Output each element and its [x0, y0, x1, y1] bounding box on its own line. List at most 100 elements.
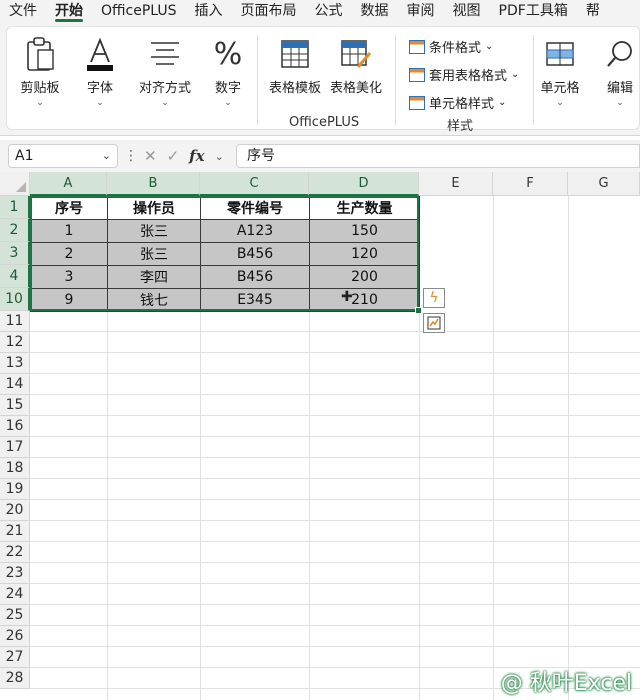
table-cell[interactable]: 120 [309, 242, 420, 266]
row-header[interactable]: 11 [0, 311, 30, 332]
ribbon-panel: 剪贴板 ⌄ 字体 ⌄ 对齐方式 ⌄ % 数字 ⌄ 表格模板 表格美化 Offic… [6, 26, 640, 134]
menu-pdf-tools[interactable]: PDF工具箱 [490, 0, 577, 22]
name-box[interactable]: A1 ⌄ [8, 144, 118, 168]
quick-analysis-button[interactable] [423, 313, 445, 333]
table-cell[interactable]: 200 [309, 265, 420, 289]
header-cell[interactable]: 生产数量 [309, 196, 420, 220]
row-header[interactable]: 3 [0, 242, 30, 265]
font-color-icon [77, 35, 123, 73]
chevron-down-icon: ⌄ [36, 98, 44, 108]
menu-help[interactable]: 帮 [577, 0, 609, 22]
confirm-icon[interactable]: ✓ [167, 147, 180, 165]
table-cell[interactable]: 2 [30, 242, 108, 266]
column-header-c[interactable]: C [200, 172, 309, 196]
row-header[interactable]: 19 [0, 479, 30, 500]
menu-page-layout[interactable]: 页面布局 [232, 0, 306, 22]
chevron-down-icon: ⌄ [485, 41, 494, 52]
column-header-d[interactable]: D [309, 172, 419, 196]
ribbon: 剪贴板 ⌄ 字体 ⌄ 对齐方式 ⌄ % 数字 ⌄ 表格模板 表格美化 Offic… [0, 22, 640, 136]
gridline [30, 436, 640, 437]
chevron-down-icon: ⌄ [498, 97, 507, 108]
menu-insert[interactable]: 插入 [186, 0, 232, 22]
row-header[interactable]: 2 [0, 219, 30, 242]
spreadsheet-grid[interactable]: A B C D E F G 1 2 3 4 10 11 12 13 14 15 … [0, 172, 640, 700]
row-header[interactable]: 24 [0, 584, 30, 605]
column-header-b[interactable]: B [107, 172, 200, 196]
flash-fill-button[interactable]: ϟ [423, 288, 445, 308]
fill-handle[interactable] [415, 307, 422, 314]
table-template-button[interactable]: 表格模板 [265, 35, 325, 96]
chevron-down-icon: ⌄ [96, 98, 104, 108]
number-format-button[interactable]: % 数字 ⌄ [207, 35, 249, 109]
row-header[interactable]: 28 [0, 668, 30, 689]
menu-officeplus[interactable]: OfficePLUS [92, 0, 186, 22]
row-header[interactable]: 20 [0, 500, 30, 521]
menu-bar: 文件 开始 OfficePLUS 插入 页面布局 公式 数据 审阅 视图 PDF… [0, 0, 640, 22]
table-beautify-button[interactable]: 表格美化 [325, 35, 387, 96]
table-cell[interactable]: 9 [30, 288, 108, 312]
alignment-button[interactable]: 对齐方式 ⌄ [135, 35, 195, 108]
table-cell[interactable]: 1 [30, 219, 108, 243]
table-cell[interactable]: 钱七 [107, 288, 201, 312]
table-cell[interactable]: 3 [30, 265, 108, 289]
row-header[interactable]: 25 [0, 605, 30, 626]
editing-button[interactable]: 编辑 ⌄ [597, 35, 640, 108]
cell-styles-button[interactable]: 单元格样式 ⌄ [409, 93, 506, 112]
column-header-a[interactable]: A [30, 172, 107, 196]
cursor-icon: ✚ [341, 289, 353, 305]
gridline [30, 415, 640, 416]
conditional-format-button[interactable]: 条件格式 ⌄ [409, 37, 493, 56]
row-header[interactable]: 13 [0, 353, 30, 374]
row-header[interactable]: 12 [0, 332, 30, 353]
search-icon [597, 35, 640, 73]
header-cell[interactable]: 操作员 [107, 196, 201, 220]
row-header[interactable]: 23 [0, 563, 30, 584]
gridline [30, 331, 640, 332]
table-cell[interactable]: 210 [309, 288, 420, 312]
chevron-down-icon: ⌄ [224, 98, 232, 108]
table-cell[interactable]: A123 [200, 219, 310, 243]
row-header[interactable]: 22 [0, 542, 30, 563]
row-header[interactable]: 21 [0, 521, 30, 542]
menu-home[interactable]: 开始 [46, 0, 92, 22]
gridline [30, 394, 640, 395]
chevron-down-icon[interactable]: ⌄ [215, 150, 224, 163]
table-cell[interactable]: B456 [200, 242, 310, 266]
row-header[interactable]: 1 [0, 196, 30, 219]
insert-function-icon[interactable]: fx [189, 147, 204, 165]
select-all-button[interactable] [0, 172, 30, 196]
row-header[interactable]: 18 [0, 458, 30, 479]
menu-view[interactable]: 视图 [444, 0, 490, 22]
table-cell[interactable]: 李四 [107, 265, 201, 289]
cells-button[interactable]: 单元格 ⌄ [537, 35, 583, 108]
row-header[interactable]: 16 [0, 416, 30, 437]
row-header[interactable]: 4 [0, 265, 30, 288]
header-cell[interactable]: 序号 [30, 196, 108, 220]
column-header-f[interactable]: F [493, 172, 568, 196]
clipboard-button[interactable]: 剪贴板 ⌄ [17, 35, 63, 108]
row-header[interactable]: 15 [0, 395, 30, 416]
table-cell[interactable]: 张三 [107, 219, 201, 243]
table-cell[interactable]: 张三 [107, 242, 201, 266]
row-header[interactable]: 17 [0, 437, 30, 458]
column-header-g[interactable]: G [568, 172, 640, 196]
row-header[interactable]: 14 [0, 374, 30, 395]
row-header[interactable]: 26 [0, 626, 30, 647]
menu-formulas[interactable]: 公式 [306, 0, 352, 22]
formula-input[interactable]: 序号 [236, 144, 640, 168]
cancel-icon[interactable]: ✕ [144, 147, 157, 165]
table-cell[interactable]: 150 [309, 219, 420, 243]
format-as-table-button[interactable]: 套用表格格式 ⌄ [409, 65, 519, 84]
menu-data[interactable]: 数据 [352, 0, 398, 22]
header-cell[interactable]: 零件编号 [200, 196, 310, 220]
percent-icon: % [213, 36, 243, 72]
table-brush-icon [325, 35, 387, 73]
row-header[interactable]: 10 [0, 288, 30, 311]
column-header-e[interactable]: E [419, 172, 493, 196]
row-header[interactable]: 27 [0, 647, 30, 668]
table-cell[interactable]: B456 [200, 265, 310, 289]
table-cell[interactable]: E345 [200, 288, 310, 312]
font-button[interactable]: 字体 ⌄ [77, 35, 123, 108]
menu-review[interactable]: 审阅 [398, 0, 444, 22]
menu-file[interactable]: 文件 [0, 0, 46, 22]
